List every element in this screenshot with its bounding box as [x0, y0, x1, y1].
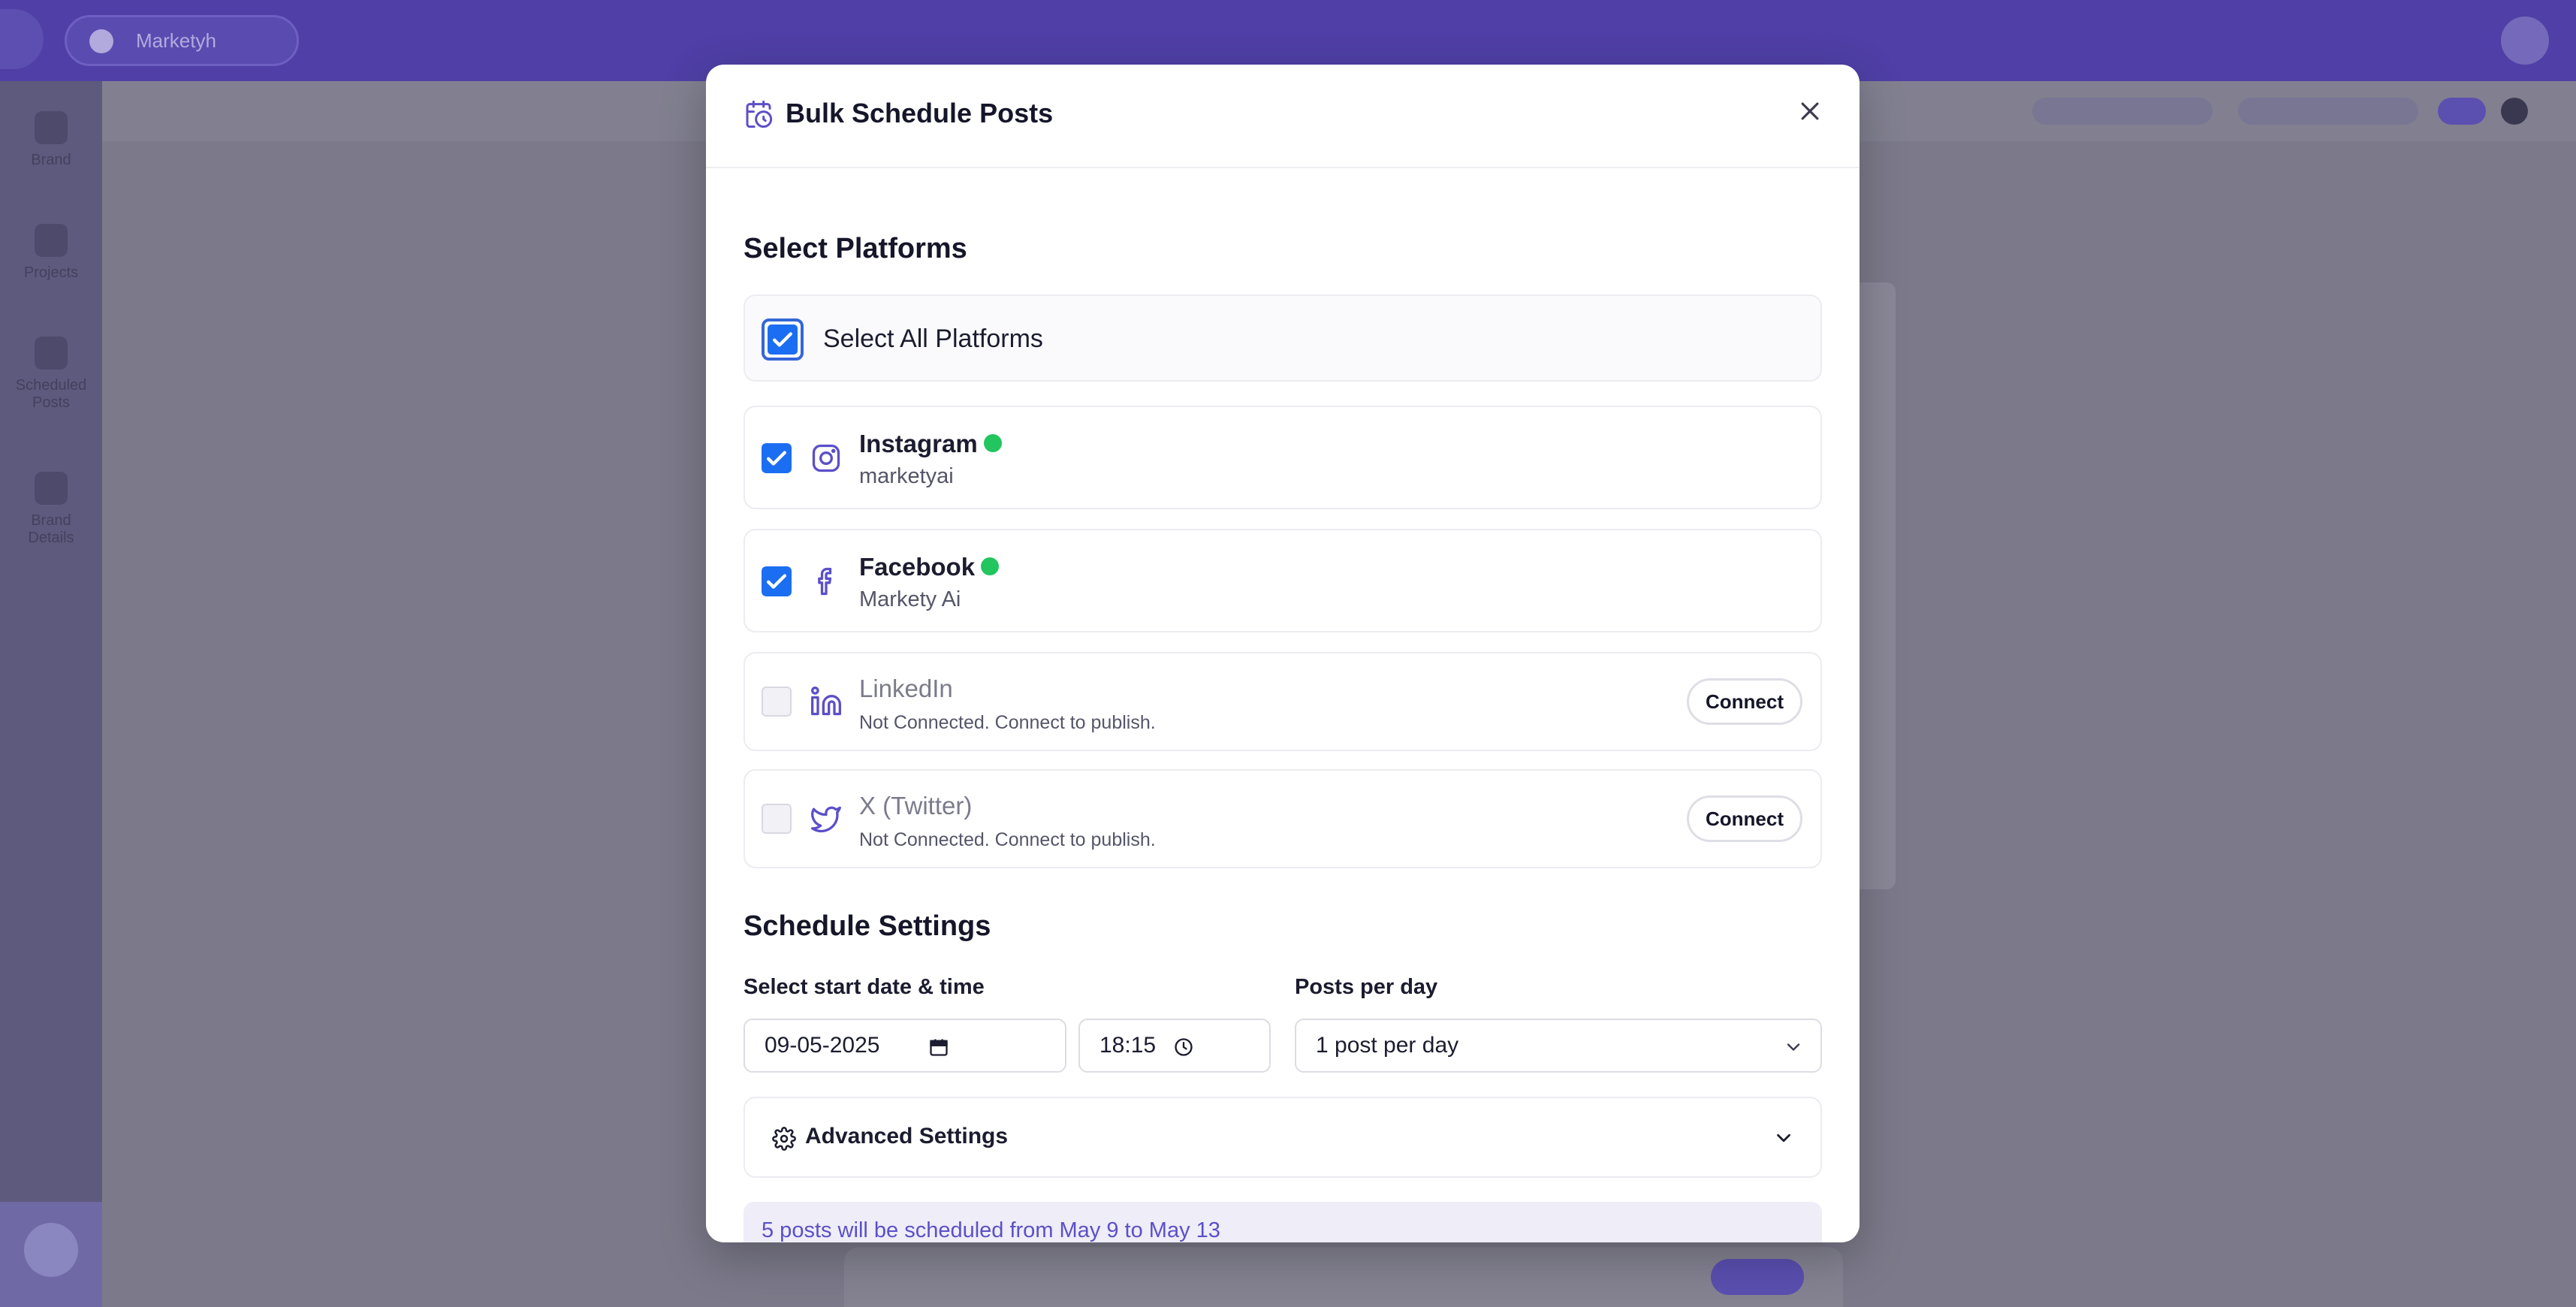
toolbar-badge[interactable]	[2438, 98, 2486, 125]
clock-icon[interactable]	[1173, 1037, 1194, 1058]
info-icon	[35, 472, 68, 505]
sidebar-item-scheduled-posts[interactable]: Scheduled Posts	[15, 337, 87, 412]
sidebar-item-label: Scheduled Posts	[15, 377, 87, 411]
platform-name: Instagram	[859, 430, 1002, 458]
calendar-icon[interactable]	[928, 1037, 949, 1058]
sidebar-item-label: Brand	[31, 152, 71, 168]
platform-name: LinkedIn	[859, 675, 953, 702]
connect-twitter-button[interactable]: Connect	[1687, 795, 1802, 842]
twitter-icon	[811, 806, 841, 833]
platform-row-facebook[interactable]: Facebook Markety Ai	[744, 529, 1822, 632]
platform-row-twitter: X (Twitter) Not Connected. Connect to pu…	[744, 769, 1822, 868]
platform-status: Not Connected. Connect to publish.	[859, 712, 1156, 733]
platform-name: X (Twitter)	[859, 792, 973, 820]
sidebar-item-projects[interactable]: Projects	[15, 224, 87, 282]
check-icon	[768, 324, 798, 355]
connected-status-dot	[983, 434, 1002, 453]
theme-toggle[interactable]	[2501, 98, 2528, 125]
calendar-clock-icon	[746, 100, 773, 128]
brand-name: Marketyh	[136, 29, 216, 52]
brand-switcher[interactable]: Marketyh	[65, 15, 299, 66]
advanced-settings-toggle[interactable]: Advanced Settings	[744, 1097, 1822, 1178]
user-avatar[interactable]	[2501, 17, 2549, 65]
chevron-down-icon	[1777, 1133, 1790, 1142]
platform-account: Markety Ai	[859, 587, 961, 611]
chevron-down-icon	[1787, 1043, 1800, 1051]
modal-header: Bulk Schedule Posts	[706, 65, 1860, 168]
composer-bar	[844, 1247, 1843, 1307]
platform-status: Not Connected. Connect to publish.	[859, 829, 1156, 850]
connected-status-dot	[981, 557, 1000, 576]
start-date-input[interactable]: 09-05-2025	[744, 1019, 1066, 1073]
connect-linkedin-button[interactable]: Connect	[1687, 678, 1802, 725]
facebook-checkbox[interactable]	[762, 566, 792, 596]
brand-avatar	[89, 29, 113, 53]
platform-row-instagram[interactable]: Instagram marketyai	[744, 406, 1822, 509]
platform-account: marketyai	[859, 464, 954, 488]
linkedin-checkbox[interactable]	[762, 687, 792, 717]
schedule-section-title: Schedule Settings	[744, 910, 991, 942]
sidebar-profile[interactable]	[0, 1202, 102, 1307]
calendar-icon	[35, 337, 68, 370]
sidebar-item-label: Brand Details	[28, 512, 74, 546]
facebook-icon	[818, 567, 832, 596]
modal-title: Bulk Schedule Posts	[786, 98, 1054, 128]
schedule-summary-text: 5 posts will be scheduled from May 9 to …	[762, 1218, 1220, 1242]
bulk-generate-button[interactable]	[2032, 98, 2213, 125]
bulk-schedule-modal: Bulk Schedule Posts Select Platforms Sel…	[706, 65, 1860, 1242]
select-all-checkbox[interactable]	[762, 318, 804, 361]
posts-per-day-label: Posts per day	[1295, 975, 1438, 999]
twitter-checkbox[interactable]	[762, 804, 792, 834]
platforms-section-title: Select Platforms	[744, 233, 967, 264]
brush-icon	[35, 111, 68, 144]
bulk-schedule-button[interactable]	[2238, 98, 2418, 125]
close-icon	[1801, 102, 1819, 120]
profile-avatar	[24, 1223, 78, 1277]
close-button[interactable]	[1787, 89, 1832, 134]
advanced-settings-label: Advanced Settings	[805, 1124, 1009, 1149]
sidebar-item-brand[interactable]: Brand	[15, 111, 87, 169]
linkedin-icon	[811, 687, 841, 716]
posts-per-day-select[interactable]: 1 post per day	[1295, 1019, 1822, 1073]
app-sidebar: Brand Projects Scheduled Posts Brand Det…	[0, 81, 102, 1307]
instagram-icon	[812, 444, 840, 472]
posts-per-day-value: 1 post per day	[1316, 1033, 1459, 1058]
app-logo[interactable]	[0, 9, 44, 69]
select-all-label: Select All Platforms	[823, 324, 1043, 353]
start-datetime-label: Select start date & time	[744, 975, 985, 999]
platform-name: Facebook	[859, 553, 1000, 581]
start-time-input[interactable]: 18:15	[1078, 1019, 1271, 1073]
instagram-checkbox[interactable]	[762, 443, 792, 473]
sidebar-item-label: Projects	[23, 264, 79, 281]
sidebar-item-brand-details[interactable]: Brand Details	[15, 472, 87, 547]
folder-icon	[35, 224, 68, 257]
send-button[interactable]	[1711, 1259, 1804, 1295]
schedule-summary-box: 5 posts will be scheduled from May 9 to …	[744, 1202, 1822, 1242]
start-time-value: 18:15	[1099, 1033, 1157, 1058]
gear-icon	[772, 1127, 796, 1151]
select-all-row[interactable]: Select All Platforms	[744, 294, 1822, 382]
start-date-value: 09-05-2025	[765, 1033, 880, 1058]
platform-row-linkedin: LinkedIn Not Connected. Connect to publi…	[744, 652, 1822, 751]
